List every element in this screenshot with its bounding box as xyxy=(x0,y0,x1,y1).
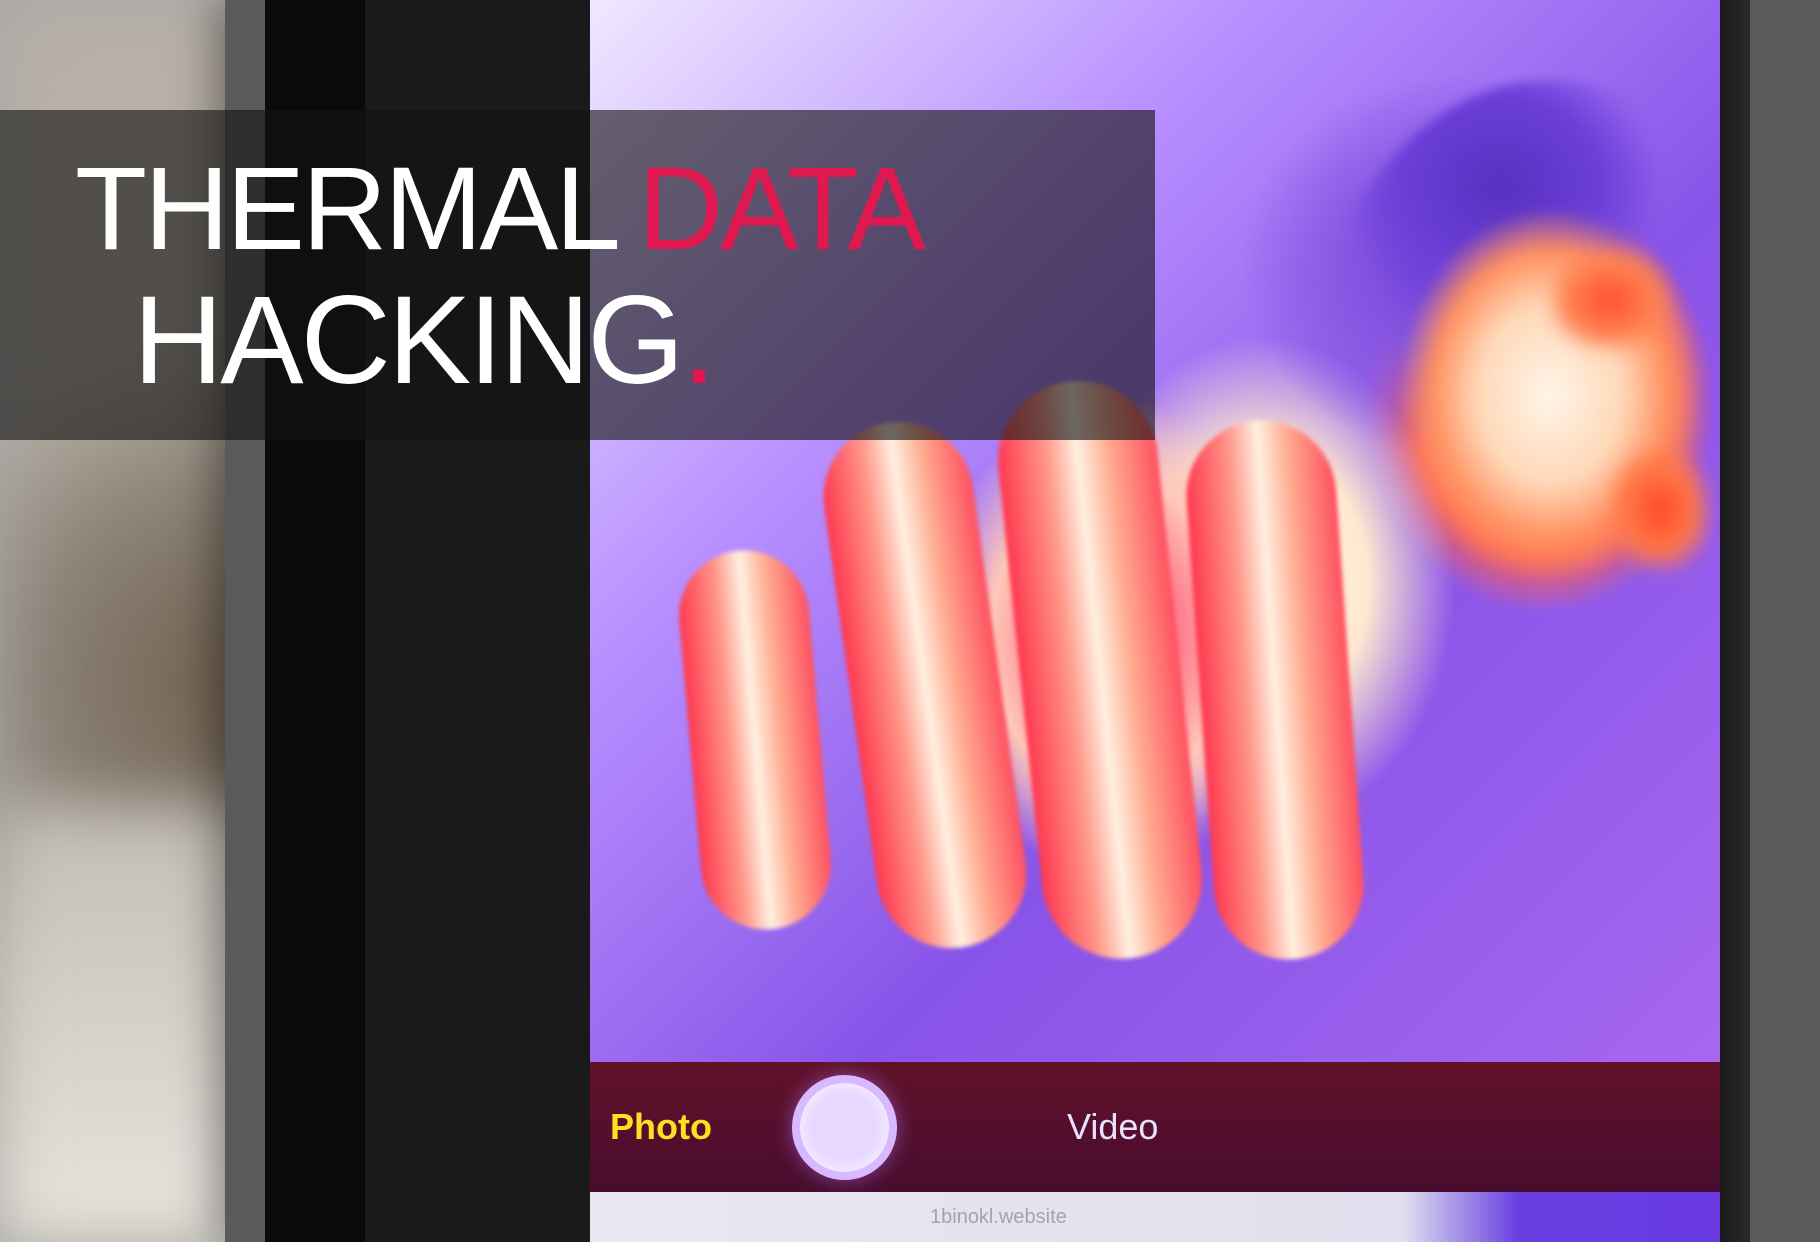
camera-toolbar: Photo Video xyxy=(590,1062,1750,1192)
title-line-2: HACKING. xyxy=(133,272,1155,410)
mode-photo-tab[interactable]: Photo xyxy=(610,1106,712,1148)
title-line-1: THERMALDATA xyxy=(75,148,1155,272)
thermal-hotspot xyxy=(1610,450,1710,570)
thermal-hotspot xyxy=(1550,250,1670,350)
title-dot: . xyxy=(682,271,714,410)
title-word-data: DATA xyxy=(638,143,923,275)
bottom-url-bar: 1binokl.website xyxy=(590,1192,1750,1242)
url-text: 1binokl.website xyxy=(930,1206,1067,1229)
title-word-hacking: HACKING xyxy=(133,271,682,410)
device-right-bezel xyxy=(1750,0,1820,1242)
title-word-thermal: THERMAL xyxy=(75,143,618,275)
title-overlay: THERMALDATA HACKING. xyxy=(0,110,1155,440)
shutter-button[interactable] xyxy=(792,1075,897,1180)
thermal-blob xyxy=(674,545,837,935)
mode-video-tab[interactable]: Video xyxy=(1067,1106,1158,1148)
device-right-bezel-inner xyxy=(1720,0,1750,1242)
thermal-blob xyxy=(1300,80,1750,780)
